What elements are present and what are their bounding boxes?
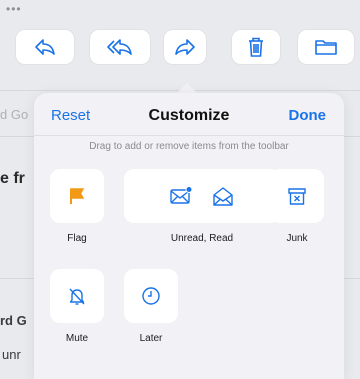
folder-icon <box>315 40 337 55</box>
reply-icon <box>35 39 55 55</box>
reply-all-icon <box>107 39 132 55</box>
drag-hint: Drag to add or remove items from the too… <box>89 141 289 152</box>
customize-popover: Reset Customize Done Drag to add or remo… <box>34 93 344 379</box>
done-button[interactable]: Done <box>289 107 327 124</box>
read-envelope-icon <box>213 187 233 206</box>
folder-button[interactable] <box>298 30 354 64</box>
junk-icon <box>288 188 306 205</box>
flag-label: Flag <box>67 233 87 244</box>
reply-all-button[interactable] <box>90 30 150 64</box>
mute-bell-icon <box>69 288 85 305</box>
later-label: Later <box>139 333 163 344</box>
trash-icon <box>249 37 263 57</box>
background-snippet: d Go <box>0 107 29 122</box>
reply-button[interactable] <box>16 30 74 64</box>
junk-tile[interactable] <box>270 169 324 223</box>
clock-icon <box>142 287 160 305</box>
mute-label: Mute <box>65 333 89 344</box>
flag-tile[interactable] <box>50 169 104 223</box>
background-snippet: e fr <box>0 170 25 187</box>
trash-button[interactable] <box>232 30 280 64</box>
mute-tile[interactable] <box>50 269 104 323</box>
forward-button[interactable] <box>164 30 206 64</box>
junk-label: Junk <box>286 233 308 244</box>
background-snippet: unr <box>2 347 21 362</box>
unread-read-tile[interactable] <box>124 169 280 223</box>
later-tile[interactable] <box>124 269 178 323</box>
mail-toolbar <box>0 30 360 70</box>
forward-icon <box>175 39 195 55</box>
header-divider <box>34 135 344 136</box>
unread-envelope-icon <box>170 186 193 204</box>
flag-icon <box>70 188 85 204</box>
background-snippet: rd G <box>0 313 27 328</box>
more-dots-icon[interactable]: ••• <box>6 2 22 16</box>
unread-read-label: Unread, Read <box>170 233 234 244</box>
